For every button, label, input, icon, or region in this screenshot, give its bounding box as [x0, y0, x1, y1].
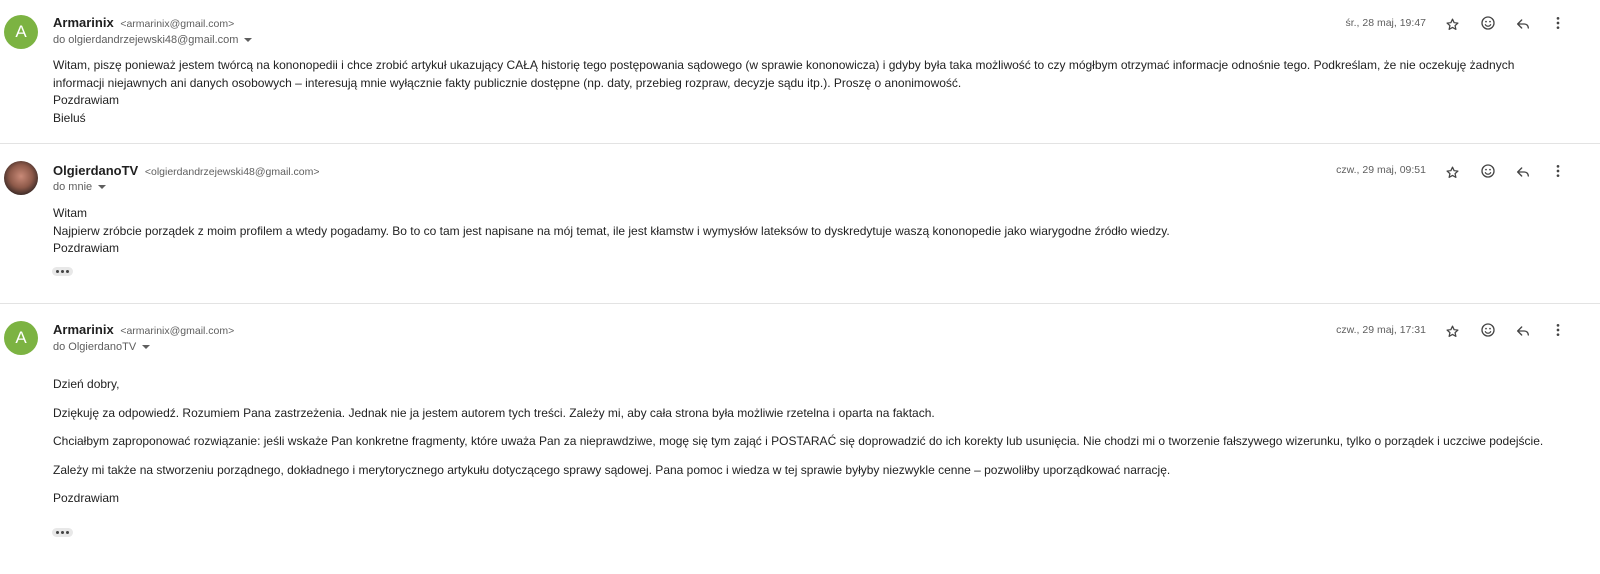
body-paragraph: Witam, piszę ponieważ jestem twórcą na k… [53, 58, 1515, 90]
star-icon[interactable] [1442, 321, 1462, 341]
email-message-1: A Armarinix <armarinix@gmail.com> do olg… [0, 0, 1600, 143]
reply-icon[interactable] [1513, 14, 1533, 34]
chevron-down-icon[interactable] [142, 345, 151, 349]
body-paragraph: Chciałbym zaproponować rozwiązanie: jeśl… [53, 434, 1544, 448]
recipient-line: do OlgierdanoTV [53, 341, 151, 353]
chevron-down-icon[interactable] [98, 185, 107, 189]
more-vert-icon[interactable] [1548, 13, 1568, 33]
message-date: czw., 29 maj, 09:51 [1336, 164, 1426, 176]
emoji-icon[interactable] [1478, 161, 1498, 181]
body-paragraph: Pozdrawiam [53, 241, 120, 255]
reply-icon[interactable] [1513, 321, 1533, 341]
more-vert-icon[interactable] [1548, 161, 1568, 181]
recipient-line: do mnie [53, 181, 107, 193]
ellipsis-icon[interactable] [52, 267, 73, 276]
recipient-text: do mnie [53, 181, 93, 193]
sender-line: Armarinix <armarinix@gmail.com> [53, 15, 234, 30]
sender-line: OlgierdanoTV <olgierdandrzejewski48@gmai… [53, 163, 320, 178]
body-paragraph: Witam [53, 206, 87, 220]
sender-avatar[interactable]: A [4, 321, 38, 355]
star-icon[interactable] [1442, 162, 1462, 182]
emoji-icon[interactable] [1478, 13, 1498, 33]
body-paragraph: Dziękuję za odpowiedź. Rozumiem Pana zas… [53, 405, 935, 420]
sender-name[interactable]: Armarinix [53, 322, 114, 337]
sender-avatar-photo[interactable] [4, 161, 38, 195]
reply-icon[interactable] [1513, 162, 1533, 182]
body-paragraph: Pozdrawiam [53, 491, 120, 505]
sender-name[interactable]: OlgierdanoTV [53, 163, 138, 178]
body-paragraph: Pozdrawiam [53, 93, 120, 107]
emoji-icon[interactable] [1478, 320, 1498, 340]
body-paragraph: Zależy mi także na stworzeniu porządnego… [53, 462, 1171, 477]
star-icon[interactable] [1442, 14, 1462, 34]
recipient-text: do OlgierdanoTV [53, 341, 137, 353]
recipient-line: do olgierdandrzejewski48@gmail.com [53, 34, 253, 46]
more-vert-icon[interactable] [1548, 320, 1568, 340]
sender-line: Armarinix <armarinix@gmail.com> [53, 322, 234, 337]
email-message-3: A Armarinix <armarinix@gmail.com> do Olg… [0, 304, 1600, 574]
sender-email: <armarinix@gmail.com> [120, 325, 235, 337]
email-message-2: OlgierdanoTV <olgierdandrzejewski48@gmai… [0, 144, 1600, 303]
sender-avatar[interactable]: A [4, 15, 38, 49]
body-paragraph: Dzień dobry, [53, 377, 120, 391]
message-body: Dzień dobry, Dziękuję za odpowiedź. Rozu… [53, 376, 1563, 508]
ellipsis-icon[interactable] [52, 528, 73, 537]
message-date: śr., 28 maj, 19:47 [1345, 17, 1426, 29]
message-date: czw., 29 maj, 17:31 [1336, 324, 1426, 336]
sender-name[interactable]: Armarinix [53, 15, 114, 30]
body-paragraph: Bieluś [53, 110, 86, 125]
message-body: Witam, piszę ponieważ jestem twórcą na k… [53, 57, 1563, 127]
message-body: Witam Najpierw zróbcie porządek z moim p… [53, 205, 1563, 258]
recipient-text: do olgierdandrzejewski48@gmail.com [53, 34, 239, 46]
chevron-down-icon[interactable] [244, 38, 253, 42]
sender-email: <armarinix@gmail.com> [120, 18, 235, 30]
body-paragraph: Najpierw zróbcie porządek z moim profile… [53, 223, 1170, 238]
sender-email: <olgierdandrzejewski48@gmail.com> [144, 166, 320, 178]
